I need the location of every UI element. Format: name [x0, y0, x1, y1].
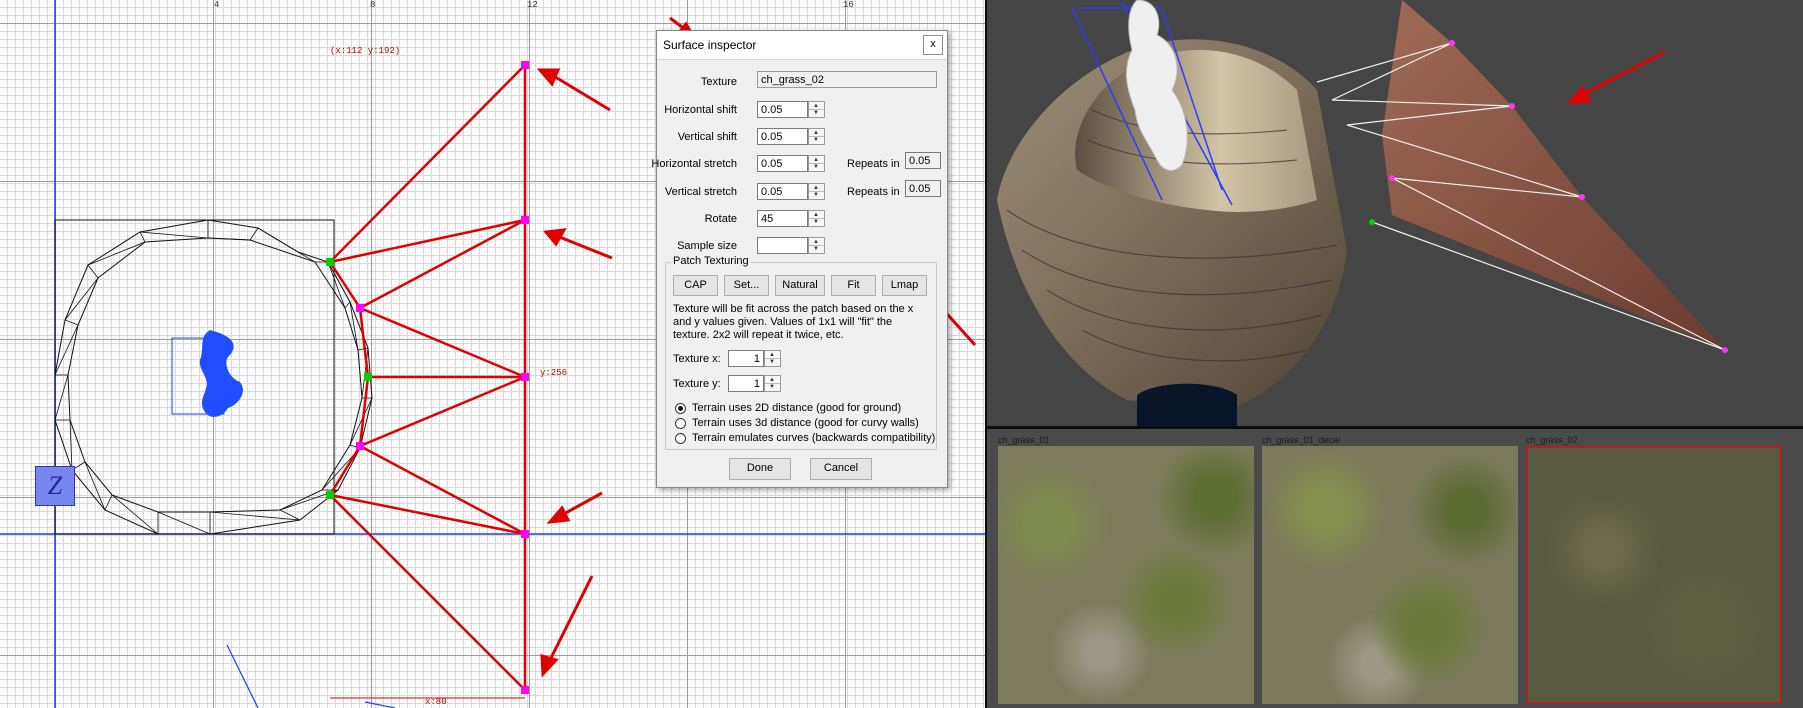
spin-up-icon[interactable]: ▲ — [769, 377, 775, 383]
3d-scene — [997, 0, 1728, 426]
repeats-in-label: Repeats in — [847, 158, 900, 170]
spin-down-icon[interactable]: ▼ — [769, 384, 775, 390]
texture-name-label: ch_grass_01_decal — [1262, 435, 1341, 445]
x-dimension-label: x:80 — [425, 697, 447, 707]
set-button[interactable]: Set... — [724, 275, 769, 296]
radio-emulate-curves[interactable] — [675, 433, 686, 444]
vertical-shift-spinner[interactable]: ▲ ▼ — [808, 128, 825, 145]
patch-description: Texture will be fit across the patch bas… — [673, 303, 914, 341]
spin-up-icon[interactable]: ▲ — [813, 157, 819, 163]
ruler-tick: 4 — [214, 0, 220, 10]
texture-x-label: Texture x: — [673, 353, 721, 365]
horizontal-stretch-input[interactable]: 0.05 — [757, 155, 808, 172]
cancel-button[interactable]: Cancel — [810, 458, 872, 480]
vertical-stretch-spinner[interactable]: ▲ ▼ — [808, 183, 825, 200]
spin-down-icon[interactable]: ▼ — [813, 137, 819, 143]
z-axis-icon[interactable]: Z — [35, 466, 75, 506]
spin-down-icon[interactable]: ▼ — [813, 219, 819, 225]
ruler-tick: 12 — [527, 0, 538, 10]
horizontal-shift-input[interactable]: 0.05 — [757, 101, 808, 118]
texture-label: Texture — [700, 76, 737, 88]
spin-up-icon[interactable]: ▲ — [813, 103, 819, 109]
texture-x-input[interactable]: 1 — [728, 350, 764, 367]
texture-y-input[interactable]: 1 — [728, 375, 764, 392]
rotate-spinner[interactable]: ▲ ▼ — [808, 210, 825, 227]
spin-down-icon[interactable]: ▼ — [769, 359, 775, 365]
rotate-input[interactable]: 45 — [757, 210, 808, 227]
texture-y-label: Texture y: — [673, 378, 721, 390]
repeats-in-label: Repeats in — [847, 186, 900, 198]
rotate-label: Rotate — [704, 213, 737, 225]
close-icon[interactable]: x — [923, 35, 943, 55]
texture-name-label: ch_grass_01 — [998, 435, 1050, 445]
lmap-button[interactable]: Lmap — [882, 275, 927, 296]
radio-emulate-curves-label: Terrain emulates curves (backwards compa… — [692, 432, 936, 444]
texture-name-field[interactable]: ch_grass_02 — [757, 71, 937, 88]
spin-down-icon[interactable]: ▼ — [813, 110, 819, 116]
vertical-stretch-label: Vertical stretch — [664, 186, 737, 198]
sample-size-spinner[interactable]: ▲ ▼ — [808, 237, 825, 254]
repeats-in-value: 0.05 — [905, 152, 941, 169]
spin-up-icon[interactable]: ▲ — [813, 239, 819, 245]
natural-button[interactable]: Natural — [775, 275, 825, 296]
radio-2d-distance[interactable] — [675, 403, 686, 414]
spin-up-icon[interactable]: ▲ — [813, 185, 819, 191]
radio-2d-distance-label: Terrain uses 2D distance (good for groun… — [692, 402, 902, 414]
sample-size-label: Sample size — [677, 240, 737, 252]
texture-y-spinner[interactable]: ▲ ▼ — [764, 375, 781, 392]
vertical-shift-label: Vertical shift — [677, 131, 737, 143]
vertical-shift-input[interactable]: 0.05 — [757, 128, 808, 145]
spin-up-icon[interactable]: ▲ — [769, 352, 775, 358]
done-button[interactable]: Done — [729, 458, 791, 480]
spin-down-icon[interactable]: ▼ — [813, 192, 819, 198]
3d-viewport[interactable] — [987, 0, 1803, 426]
y-dimension-label: y:256 — [540, 368, 568, 378]
horizontal-shift-label: Horizontal shift — [664, 104, 737, 116]
dialog-titlebar[interactable]: Surface inspector x — [657, 31, 947, 60]
repeats-in-value: 0.05 — [905, 180, 941, 197]
texture-thumbnail-ch-grass-01[interactable] — [998, 446, 1254, 704]
spin-down-icon[interactable]: ▼ — [813, 164, 819, 170]
sample-size-input[interactable] — [757, 237, 808, 254]
cap-button[interactable]: CAP — [673, 275, 718, 296]
spin-up-icon[interactable]: ▲ — [813, 212, 819, 218]
texture-x-spinner[interactable]: ▲ ▼ — [764, 350, 781, 367]
dialog-title: Surface inspector — [663, 38, 757, 52]
ruler-tick: 16 — [843, 0, 854, 10]
texture-thumbnail-ch-grass-02[interactable] — [1526, 446, 1782, 704]
surface-inspector-dialog: Surface inspector x Texture ch_grass_02 … — [651, 30, 948, 488]
patch-texturing-title: Patch Texturing — [671, 255, 751, 267]
spin-up-icon[interactable]: ▲ — [813, 130, 819, 136]
horizontal-shift-spinner[interactable]: ▲ ▼ — [808, 101, 825, 118]
horizontal-stretch-spinner[interactable]: ▲ ▼ — [808, 155, 825, 172]
vertical-stretch-input[interactable]: 0.05 — [757, 183, 808, 200]
horizontal-stretch-label: Horizontal stretch — [651, 158, 737, 170]
fit-button[interactable]: Fit — [831, 275, 876, 296]
texture-name-label: ch_grass_02 — [1526, 435, 1578, 445]
texture-thumbnail-ch-grass-01-decal[interactable] — [1262, 446, 1518, 704]
spin-down-icon[interactable]: ▼ — [813, 246, 819, 252]
coord-readout: (x:112 y:192) — [330, 46, 401, 56]
radio-3d-distance[interactable] — [675, 418, 686, 429]
radio-3d-distance-label: Terrain uses 3d distance (good for curvy… — [692, 417, 919, 429]
ruler-tick: 8 — [370, 0, 376, 10]
